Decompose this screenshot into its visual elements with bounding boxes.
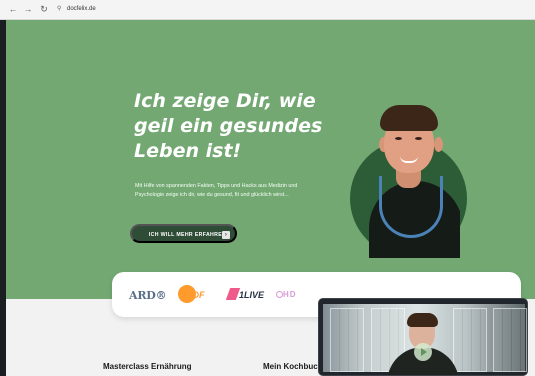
- 1live-logo: 1LIVE: [239, 290, 265, 300]
- arrow-right-icon: ›: [222, 231, 230, 239]
- portrait-hair: [380, 105, 438, 131]
- ard-logo: ARD®: [129, 289, 167, 302]
- learn-more-button[interactable]: ICH WILL MEHR ERFAHREN ›: [130, 224, 237, 243]
- learn-more-label: ICH WILL MEHR ERFAHREN: [148, 232, 227, 238]
- video-thumbnail: [323, 304, 527, 375]
- masterclass-title[interactable]: Masterclass Ernährung: [103, 362, 191, 371]
- window-icon: [453, 308, 487, 372]
- headline-line-2: geil ein gesundes: [134, 115, 323, 137]
- browser-toolbar: ← → ↻ ⚲ docfelix.de: [0, 0, 535, 20]
- window-icon: [493, 308, 527, 372]
- portrait-ear-right: [434, 137, 443, 152]
- play-icon[interactable]: [414, 343, 432, 361]
- forward-arrow-icon[interactable]: →: [23, 4, 33, 15]
- video-person-hair: [407, 313, 438, 327]
- reload-icon[interactable]: ↻: [39, 4, 49, 15]
- back-arrow-icon[interactable]: ←: [8, 4, 18, 15]
- headline-line-3: Leben ist!: [134, 140, 242, 162]
- zdf-logo: ZDF: [187, 290, 205, 300]
- hero-intro-text: Mit Hilfe von spannenden Fakten, Tipps u…: [135, 183, 298, 198]
- hero-headline: Ich zeige Dir, wie geil ein gesundes Leb…: [134, 89, 354, 164]
- window-icon: [330, 308, 364, 372]
- hd-logo: HD: [283, 290, 297, 299]
- cookbook-title[interactable]: Mein Kochbuch: [263, 362, 323, 371]
- hero-section: Ich zeige Dir, wie geil ein gesundes Leb…: [6, 20, 535, 299]
- hd-logo-icon: [276, 291, 283, 298]
- headline-line-1: Ich zeige Dir, wie: [134, 90, 316, 112]
- portrait-eye-left: [395, 137, 402, 140]
- video-preview[interactable]: [318, 298, 528, 376]
- portrait-eye-right: [415, 137, 422, 140]
- site-info-icon[interactable]: ⚲: [57, 5, 64, 13]
- address-bar[interactable]: docfelix.de: [67, 4, 96, 15]
- doctor-portrait: [362, 90, 460, 258]
